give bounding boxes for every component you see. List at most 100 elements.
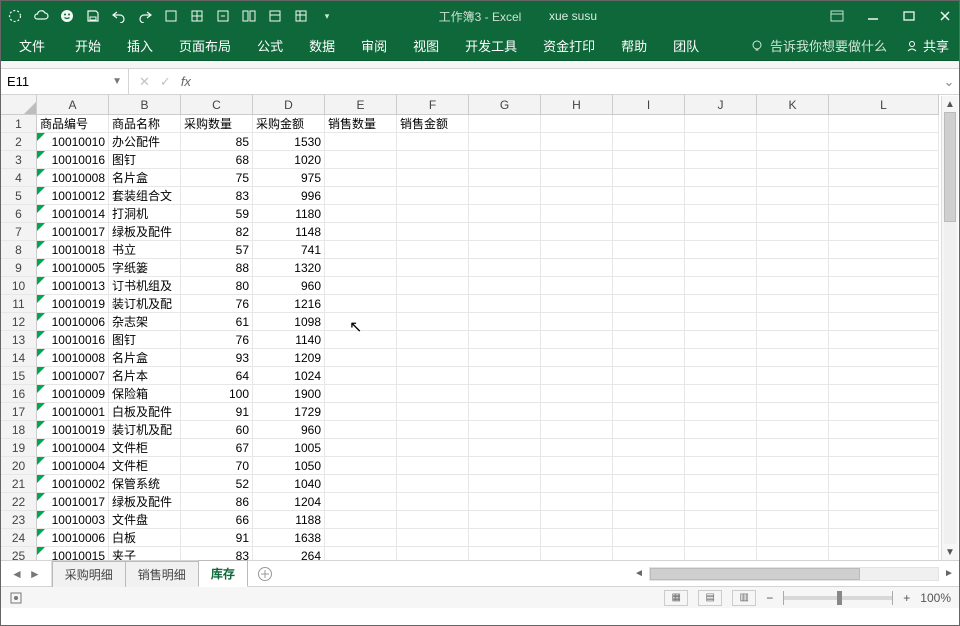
sheet-prev-icon[interactable]: ◄ [11, 567, 23, 581]
cell[interactable] [613, 115, 685, 133]
cell[interactable] [829, 295, 939, 313]
tab-help[interactable]: 帮助 [617, 30, 651, 61]
cell[interactable] [757, 367, 829, 385]
cell[interactable]: 绿板及配件 [109, 223, 181, 241]
cell[interactable] [469, 385, 541, 403]
cell[interactable] [757, 421, 829, 439]
cell[interactable] [829, 493, 939, 511]
cell[interactable] [541, 529, 613, 547]
cell[interactable] [397, 493, 469, 511]
cell[interactable] [613, 457, 685, 475]
tab-home[interactable]: 开始 [71, 30, 105, 61]
cell[interactable]: 86 [181, 493, 253, 511]
cell[interactable]: 1148 [253, 223, 325, 241]
cell[interactable] [829, 475, 939, 493]
row-header-18[interactable]: 18 [1, 421, 37, 439]
cell[interactable]: 装订机及配 [109, 295, 181, 313]
cell[interactable] [541, 493, 613, 511]
cell[interactable] [829, 349, 939, 367]
cell[interactable]: 10010014 [37, 205, 109, 223]
cell[interactable] [541, 511, 613, 529]
cell[interactable] [325, 133, 397, 151]
cell[interactable] [757, 241, 829, 259]
cell[interactable]: 1005 [253, 439, 325, 457]
smiley-icon[interactable] [59, 8, 75, 24]
cell[interactable] [613, 151, 685, 169]
cell[interactable] [829, 367, 939, 385]
cell[interactable] [397, 529, 469, 547]
tab-review[interactable]: 审阅 [357, 30, 391, 61]
cell[interactable] [397, 367, 469, 385]
cell[interactable] [685, 493, 757, 511]
cell[interactable] [325, 205, 397, 223]
qat-icon-5[interactable] [267, 8, 283, 24]
expand-formula-icon[interactable]: ⌄ [939, 74, 959, 90]
cell[interactable] [829, 133, 939, 151]
scroll-left-icon[interactable]: ◄ [631, 568, 647, 579]
cell[interactable] [541, 169, 613, 187]
row-header-14[interactable]: 14 [1, 349, 37, 367]
cell[interactable] [829, 457, 939, 475]
cell[interactable]: 文件柜 [109, 457, 181, 475]
cell[interactable] [397, 403, 469, 421]
cell[interactable] [541, 151, 613, 169]
cell[interactable]: 1216 [253, 295, 325, 313]
row-header-3[interactable]: 3 [1, 151, 37, 169]
col-header-F[interactable]: F [397, 95, 469, 115]
zoom-in-button[interactable]: + [903, 591, 910, 605]
cell[interactable] [685, 547, 757, 560]
cell[interactable]: 字纸篓 [109, 259, 181, 277]
cell[interactable] [397, 169, 469, 187]
cell[interactable] [757, 457, 829, 475]
cell[interactable]: 采购数量 [181, 115, 253, 133]
cell[interactable]: 书立 [109, 241, 181, 259]
cell[interactable] [613, 277, 685, 295]
cell[interactable]: 10010016 [37, 151, 109, 169]
undo-icon[interactable] [111, 8, 127, 24]
row-header-2[interactable]: 2 [1, 133, 37, 151]
cell[interactable]: 59 [181, 205, 253, 223]
cell[interactable] [757, 511, 829, 529]
row-header-25[interactable]: 25 [1, 547, 37, 560]
cell[interactable] [685, 169, 757, 187]
tab-data[interactable]: 数据 [305, 30, 339, 61]
cell[interactable] [757, 475, 829, 493]
cell[interactable]: 办公配件 [109, 133, 181, 151]
scroll-up-icon[interactable]: ▲ [942, 96, 958, 112]
row-header-4[interactable]: 4 [1, 169, 37, 187]
cells-area[interactable]: 商品编号商品名称采购数量采购金额销售数量销售金额10010010办公配件8515… [37, 115, 941, 560]
cell[interactable] [541, 313, 613, 331]
cell[interactable]: 93 [181, 349, 253, 367]
cell[interactable] [613, 529, 685, 547]
close-icon[interactable] [937, 8, 953, 24]
cell[interactable] [829, 169, 939, 187]
cell[interactable] [829, 205, 939, 223]
select-all-button[interactable] [1, 95, 37, 115]
cell[interactable] [469, 277, 541, 295]
cell[interactable] [685, 349, 757, 367]
hscroll-thumb[interactable] [650, 568, 860, 580]
cell[interactable] [469, 205, 541, 223]
cell[interactable] [829, 277, 939, 295]
row-header-7[interactable]: 7 [1, 223, 37, 241]
cell[interactable] [541, 295, 613, 313]
cell[interactable]: 57 [181, 241, 253, 259]
tab-fundprint[interactable]: 资金打印 [539, 30, 599, 61]
ribbon-options-icon[interactable] [829, 8, 845, 24]
record-macro-icon[interactable] [9, 591, 23, 605]
cell[interactable]: 白板及配件 [109, 403, 181, 421]
cell[interactable] [397, 421, 469, 439]
cell[interactable]: 10010006 [37, 313, 109, 331]
cell[interactable] [757, 349, 829, 367]
tab-insert[interactable]: 插入 [123, 30, 157, 61]
cell[interactable] [757, 277, 829, 295]
cell[interactable] [469, 223, 541, 241]
cell[interactable]: 1188 [253, 511, 325, 529]
cell[interactable] [757, 259, 829, 277]
cell[interactable]: 88 [181, 259, 253, 277]
row-header-9[interactable]: 9 [1, 259, 37, 277]
cell[interactable]: 10010015 [37, 547, 109, 560]
cell[interactable]: 975 [253, 169, 325, 187]
cell[interactable] [685, 133, 757, 151]
cell[interactable] [469, 529, 541, 547]
